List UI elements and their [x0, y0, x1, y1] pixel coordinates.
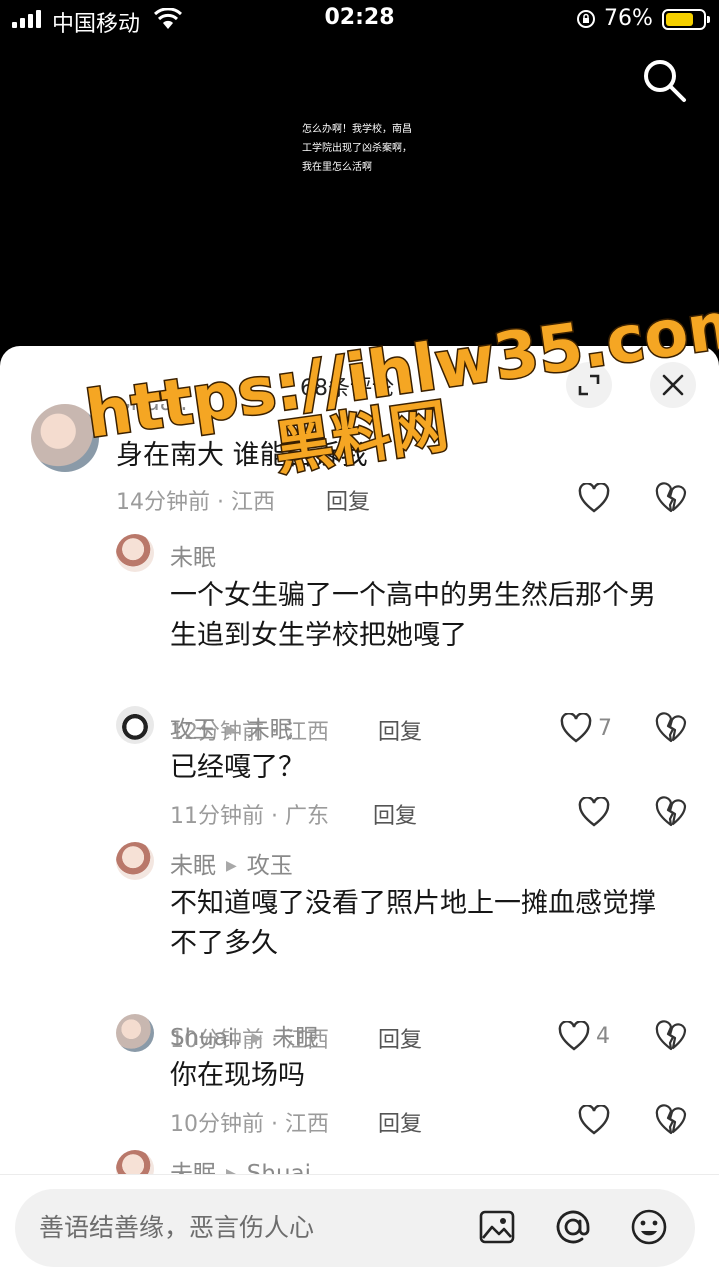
avatar[interactable] — [31, 404, 99, 472]
avatar[interactable] — [116, 706, 154, 744]
comment-text: 身在南大 谁能告诉我 — [116, 440, 368, 471]
heart-icon — [578, 797, 610, 827]
comment-meta: 14分钟前 · 江西 — [116, 490, 275, 515]
like-count: 7 — [598, 715, 612, 741]
like-count: 4 — [596, 1023, 610, 1049]
video-caption: 怎么办啊！我学校，南昌工学院出现了凶杀案啊，我在里怎么活啊 — [302, 124, 412, 173]
emoji-icon[interactable] — [629, 1207, 669, 1247]
broken-heart-icon[interactable] — [655, 482, 687, 514]
reply-button[interactable]: 回复 — [373, 798, 417, 830]
broken-heart-icon[interactable] — [655, 1104, 687, 1136]
comment-input-bar — [0, 1174, 719, 1280]
search-icon[interactable] — [640, 56, 688, 104]
battery-percent: 76% — [604, 6, 653, 31]
battery-icon — [662, 9, 710, 30]
reply-button[interactable]: 回复 — [326, 484, 370, 516]
image-icon[interactable] — [477, 1207, 517, 1247]
broken-heart-icon[interactable] — [655, 712, 687, 744]
expand-button[interactable] — [566, 362, 612, 408]
reply-arrow-icon: ▶ — [251, 1030, 263, 1046]
heart-icon — [578, 1105, 610, 1135]
sheet-title: 68条评论 — [300, 376, 394, 401]
close-button[interactable] — [650, 362, 696, 408]
heart-icon — [560, 713, 592, 743]
heart-icon — [578, 483, 610, 513]
heart-icon — [558, 1021, 590, 1051]
broken-heart-icon[interactable] — [655, 1020, 687, 1052]
reply-arrow-icon: ▶ — [226, 722, 237, 738]
comment-text: 不知道嘎了没看了照片地上一摊血感觉撑不了多久 — [170, 888, 656, 959]
reply-to-name[interactable]: 未眠 — [247, 717, 293, 743]
author-name[interactable]: Shuai. — [116, 404, 188, 416]
comment-text: 一个女生骗了一个高中的男生然后那个男生追到女生学校把她嘎了 — [170, 580, 656, 651]
reply-arrow-icon: ▶ — [226, 1166, 237, 1174]
reply-button[interactable]: 回复 — [378, 1106, 422, 1138]
like-button[interactable] — [578, 1104, 616, 1136]
like-button[interactable] — [578, 796, 616, 828]
comment-sheet: 68条评论 Shuai. 身在南大 谁能告诉我 14分钟前 · 江西 回复 — [0, 346, 719, 1280]
comment-author[interactable]: 未眠 — [170, 538, 216, 572]
author-name[interactable]: 未眠 — [170, 853, 216, 879]
author-name[interactable]: 未眠 — [170, 545, 216, 571]
avatar[interactable] — [116, 1150, 154, 1174]
comment-meta: 11分钟前 · 广东 — [170, 804, 329, 829]
avatar[interactable] — [116, 534, 154, 572]
like-button[interactable]: 4 — [558, 1020, 610, 1052]
comment-text: 已经嘎了？ — [170, 752, 305, 783]
author-name[interactable]: 攻玉 — [170, 717, 216, 743]
status-bar: 中国移动 02:28 76% — [0, 0, 719, 40]
author-name[interactable]: Shuai. — [170, 1025, 242, 1051]
reply-arrow-icon: ▶ — [226, 858, 237, 874]
reply-to-name[interactable]: Shuai. — [247, 1161, 319, 1174]
comment-author[interactable]: 攻玉 ▶ 未眠 — [170, 710, 293, 744]
expand-icon — [578, 374, 600, 396]
like-button[interactable]: 7 — [560, 712, 612, 744]
comment-meta: 10分钟前 · 江西 — [170, 1112, 329, 1137]
broken-heart-icon[interactable] — [655, 796, 687, 828]
comment-input[interactable] — [39, 1207, 459, 1247]
close-icon — [662, 374, 684, 396]
comment-text: 你在现场吗 — [170, 1060, 305, 1091]
avatar[interactable] — [116, 1014, 154, 1052]
comment-list: Shuai. 身在南大 谁能告诉我 14分钟前 · 江西 回复 未眠 一个女生骗… — [0, 404, 719, 1174]
reply-to-name[interactable]: 攻玉 — [247, 853, 293, 879]
rotation-lock-icon — [577, 10, 595, 28]
reply-to-name[interactable]: 未眠 — [272, 1025, 318, 1051]
reply-button[interactable]: 回复 — [378, 1022, 422, 1054]
comment-input-pill[interactable] — [15, 1189, 695, 1267]
comment-author[interactable]: 未眠 ▶ 攻玉 — [170, 846, 293, 880]
author-name[interactable]: 未眠 — [170, 1161, 216, 1174]
avatar[interactable] — [116, 842, 154, 880]
like-button[interactable] — [578, 482, 616, 514]
comment-author[interactable]: Shuai. — [116, 404, 188, 416]
comment-author[interactable]: Shuai. ▶ 未眠 — [170, 1018, 318, 1052]
comment-author[interactable]: 未眠 ▶ Shuai. — [170, 1154, 318, 1174]
mention-icon[interactable] — [553, 1207, 593, 1247]
reply-button[interactable]: 回复 — [378, 714, 422, 746]
